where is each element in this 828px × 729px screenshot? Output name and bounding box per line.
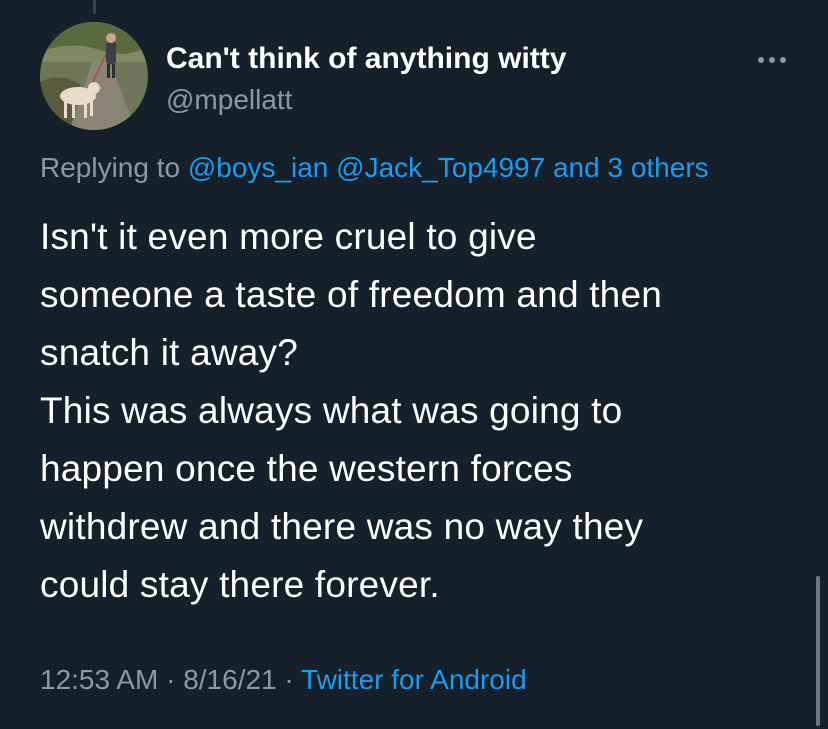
tweet-date[interactable]: 8/16/21 xyxy=(183,664,276,695)
tweet-text: Isn't it even more cruel to give someone… xyxy=(40,216,663,605)
scrollbar[interactable] xyxy=(816,576,820,726)
thread-connector-line xyxy=(93,0,96,14)
author-display-name[interactable]: Can't think of anything witty xyxy=(166,42,566,76)
tweet-time[interactable]: 12:53 AM xyxy=(40,664,158,695)
replying-to-line: Replying to @boys_ian @Jack_Top4997 and … xyxy=(40,152,709,184)
avatar[interactable] xyxy=(40,22,148,130)
mention-link[interactable]: @Jack_Top4997 xyxy=(336,152,545,183)
mention-link[interactable]: @boys_ian xyxy=(188,152,329,183)
more-horizontal-icon[interactable] xyxy=(754,48,794,72)
author-handle[interactable]: @mpellatt xyxy=(166,84,292,116)
others-link[interactable]: 3 others xyxy=(607,152,708,183)
mention-connector[interactable]: and xyxy=(553,152,600,183)
meta-separator: · xyxy=(284,664,294,695)
meta-separator: · xyxy=(166,664,176,695)
replying-to-label: Replying to xyxy=(40,152,181,183)
tweet-source-link[interactable]: Twitter for Android xyxy=(301,664,527,695)
tweet-meta: 12:53 AM · 8/16/21 · Twitter for Android xyxy=(40,664,527,696)
